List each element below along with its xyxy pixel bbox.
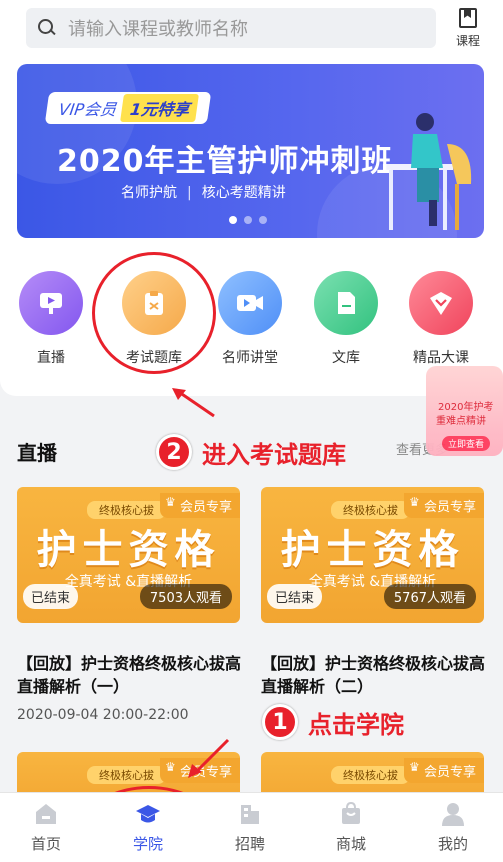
home-icon [36, 804, 56, 824]
status-badge: 已结束 [267, 584, 323, 609]
vip-tag-label: VIP会员 [57, 100, 118, 119]
category-lecture[interactable]: 名师讲堂 [210, 271, 290, 367]
pager-dot[interactable] [259, 216, 267, 224]
step-number: 2 [156, 434, 192, 470]
category-library[interactable]: 文库 [306, 271, 386, 367]
document-icon [314, 271, 378, 335]
banner-subtitle-sep: | [187, 185, 192, 201]
tab-academy[interactable]: 学院 [118, 801, 178, 854]
banner-subtitle-right: 核心考题精讲 [201, 185, 286, 201]
bookmark-icon [459, 8, 477, 28]
category-label: 直播 [37, 350, 65, 366]
course-button[interactable]: 课程 [448, 8, 488, 50]
arrow-icon [172, 388, 215, 418]
view-count: 7503人观看 [139, 584, 232, 609]
live-card-thumbnail[interactable]: 终极核心拔 会员专享 护士资格 全真考试 &直播解析 已结束 5767人观看 [261, 487, 484, 623]
thumb-strip: 终极核心拔 [331, 766, 410, 784]
category-live[interactable]: 直播 [11, 271, 91, 367]
annotation-step-1: 1 点击学院 [262, 704, 404, 740]
floating-promo[interactable]: 2020年护考 重难点精讲 立即查看 [426, 366, 503, 456]
vip-tag: VIP会员 1元特享 [44, 92, 212, 124]
shop-icon [342, 801, 360, 824]
arrow-icon [188, 738, 230, 778]
tab-recruit[interactable]: 招聘 [220, 801, 280, 854]
tab-profile[interactable]: 我的 [423, 801, 483, 854]
banner-subtitle-left: 名师护航 [121, 185, 177, 201]
pager-dot[interactable] [244, 216, 252, 224]
category-label: 精品大课 [413, 350, 469, 366]
view-count: 5767人观看 [383, 584, 476, 609]
highlight-ring [92, 252, 216, 374]
step-text: 点击学院 [308, 710, 404, 739]
promo-line1: 2020年护考 [438, 402, 494, 413]
live-card-thumbnail[interactable]: 终极核心拔 会员专享 护士资格 全真考试 &直播解析 已结束 7503人观看 [17, 487, 240, 623]
tab-label: 首页 [30, 835, 61, 853]
banner-title: 2020年主管护师冲刺班 [57, 144, 393, 179]
category-label: 名师讲堂 [222, 350, 278, 366]
search-placeholder: 请输入课程或教师名称 [68, 19, 248, 40]
thumb-headline: 护士资格 [280, 527, 465, 573]
academy-icon [136, 805, 160, 823]
bottom-tab-bar: 首页 学院 招聘 商城 我的 [0, 792, 503, 862]
tab-label: 商城 [335, 835, 366, 853]
recruit-icon [241, 805, 259, 824]
vip-badge: 会员专享 [403, 758, 484, 783]
banner-pager [229, 216, 267, 224]
pager-dot[interactable] [229, 216, 237, 224]
live-item-title[interactable]: 【回放】护士资格终极核心拔高直播解析（一） [17, 652, 247, 698]
live-icon [19, 271, 83, 335]
vip-badge: 会员专享 [159, 493, 240, 518]
promo-banner[interactable]: VIP会员 1元特享 2020年主管护师冲刺班 名师护航 | 核心考题精讲 [17, 64, 484, 238]
annotation-step-2: 2 进入考试题库 [156, 434, 346, 470]
profile-icon [442, 803, 464, 826]
category-premium[interactable]: 精品大课 [401, 271, 481, 367]
top-bar: 请输入课程或教师名称 课程 [0, 0, 503, 58]
live-item-title[interactable]: 【回放】护士资格终极核心拔高直播解析（二） [261, 652, 491, 698]
course-label: 课程 [455, 34, 480, 48]
live-section-title: 直播 [17, 441, 57, 465]
vip-badge: 会员专享 [403, 493, 484, 518]
tab-shop[interactable]: 商城 [321, 801, 381, 854]
live-item-time: 2020-09-04 20:00-22:00 [17, 707, 189, 723]
tab-label: 招聘 [234, 835, 265, 853]
category-label: 文库 [332, 350, 360, 366]
thumb-headline: 护士资格 [36, 527, 221, 573]
tab-label: 我的 [437, 835, 468, 853]
step-text: 进入考试题库 [202, 440, 346, 469]
banner-subtitle: 名师护航 | 核心考题精讲 [121, 182, 286, 202]
nurse-illustration [383, 113, 472, 230]
tab-label: 学院 [132, 835, 163, 853]
premium-course-icon [409, 271, 473, 335]
tab-home[interactable]: 首页 [16, 801, 76, 854]
video-lecture-icon [218, 271, 282, 335]
thumb-strip: 终极核心拔 [87, 766, 166, 784]
search-icon [38, 19, 56, 37]
search-input[interactable]: 请输入课程或教师名称 [26, 8, 436, 48]
promo-line2: 重难点精讲 [436, 416, 486, 427]
step-number: 1 [262, 704, 298, 740]
vip-offer: 1元特享 [120, 94, 200, 122]
promo-cta[interactable]: 立即查看 [442, 436, 491, 451]
status-badge: 已结束 [23, 584, 79, 609]
